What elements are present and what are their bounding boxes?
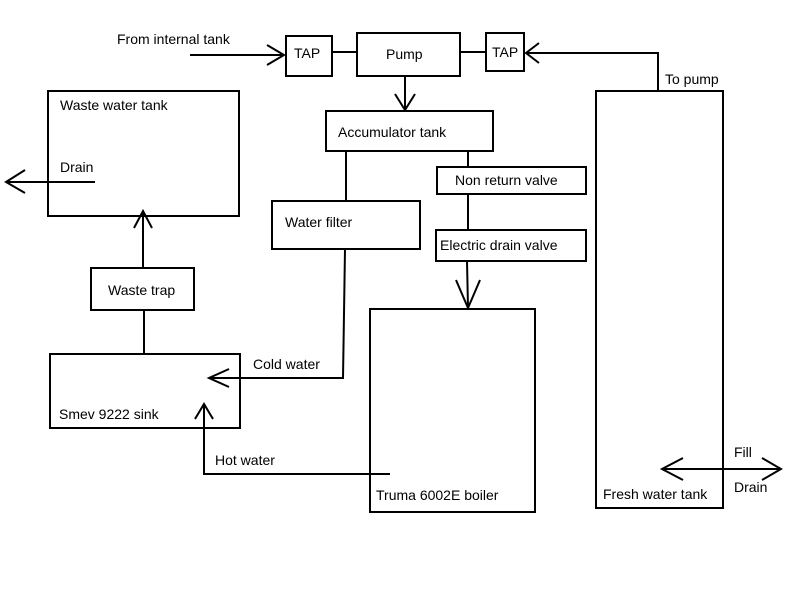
tap-right-label: TAP [492, 44, 518, 60]
hot-water-label: Hot water [215, 452, 275, 468]
tap-left-label: TAP [294, 45, 320, 61]
boiler-label: Truma 6002E boiler [376, 487, 499, 503]
pump-node: Pump [356, 32, 461, 77]
tap-left-node: TAP [285, 35, 333, 77]
water-system-diagram: TAP Pump TAP Waste water tank Accumulato… [0, 0, 800, 600]
fresh-water-tank-box [595, 90, 724, 509]
waste-drain-label: Drain [60, 159, 93, 175]
waste-trap-label: Waste trap [108, 282, 175, 298]
electric-drain-valve-node: Electric drain valve [435, 229, 587, 262]
boiler-box [369, 308, 536, 513]
water-filter-label: Water filter [285, 214, 352, 230]
electric-drain-valve-label: Electric drain valve [440, 237, 558, 253]
boiler-node: Truma 6002E boiler [369, 308, 536, 513]
fresh-drain-label: Drain [734, 479, 767, 495]
accumulator-tank-node: Accumulator tank [325, 110, 494, 152]
waste-water-tank-label: Waste water tank [60, 97, 169, 113]
from-internal-tank-label: From internal tank [117, 31, 231, 47]
fill-label: Fill [734, 444, 752, 460]
to-pump-label: To pump [665, 71, 719, 87]
sink-label: Smev 9222 sink [59, 406, 160, 422]
non-return-valve-label: Non return valve [455, 172, 558, 188]
cold-water-label: Cold water [253, 356, 320, 372]
waste-water-tank-node: Waste water tank [47, 90, 240, 217]
edv-boiler-line [466, 260, 469, 309]
accumulator-tank-label: Accumulator tank [338, 124, 447, 140]
fresh-water-tank-node: Fresh water tank [595, 90, 724, 509]
non-return-valve-node: Non return valve [436, 166, 587, 195]
waste-trap-node: Waste trap [90, 267, 195, 311]
fresh-water-tank-label: Fresh water tank [603, 486, 708, 502]
water-filter-node: Water filter [271, 200, 421, 250]
pump-label: Pump [386, 46, 423, 62]
tap-right-node: TAP [485, 32, 525, 72]
